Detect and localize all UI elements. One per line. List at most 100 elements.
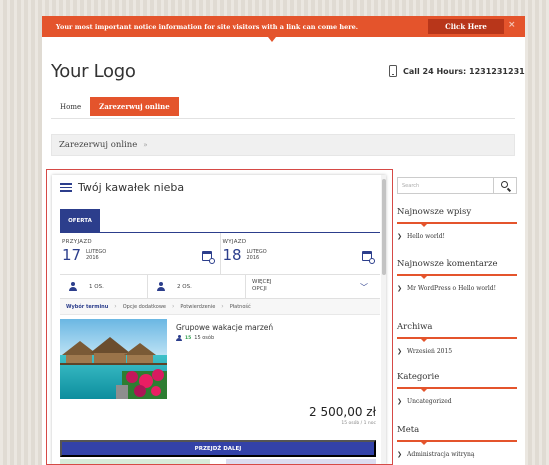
offer-capacity: 15 15 osób	[176, 335, 214, 341]
calendar-icon[interactable]	[362, 251, 375, 264]
tab-oferta[interactable]: OFERTA	[60, 209, 100, 233]
step-separator-icon: ›	[221, 303, 224, 310]
more-options-toggle[interactable]: WIĘCEJ OPCJI ﹀	[246, 275, 380, 298]
adults-select[interactable]: 1 OS.	[60, 275, 148, 298]
more-options-label: WIĘCEJ OPCJI	[252, 279, 271, 293]
chevron-right-icon: ❯	[397, 233, 403, 240]
checkin-month-year: LUTEGO 2016	[86, 249, 106, 261]
sidebar-item-site-admin[interactable]: ❯ Administracja witryną	[397, 451, 517, 459]
sidebar: Najnowsze wpisy ❯ Hello world! Najnowsze …	[397, 169, 517, 465]
calendar-icon[interactable]	[201, 251, 215, 264]
more-options-line2: OPCJI	[252, 286, 267, 292]
notice-click-here-button[interactable]: Click Here	[428, 19, 504, 34]
sidebar-item-category[interactable]: ❯ Uncategorized	[397, 398, 517, 406]
offer-card: Grupowe wakacje marzeń 15 15 osób 2 500,…	[60, 319, 380, 439]
menu-icon[interactable]	[60, 183, 72, 192]
sidebar-item-comment[interactable]: ❯ Mr WordPress o Hello world!	[397, 285, 507, 293]
person-icon	[176, 335, 182, 341]
sidebar-heading-meta: Meta	[397, 425, 420, 435]
step-opcje-dodatkowe[interactable]: Opcje dodatkowe	[123, 304, 166, 310]
children-count: 2 OS.	[177, 283, 192, 290]
next-step-button[interactable]: PRZEJDŹ DALEJ	[60, 440, 376, 457]
checkin-day: 17	[62, 246, 82, 264]
booking-frame: Twój kawałek nieba OFERTA PRZYJAZD 17 LU…	[46, 169, 393, 465]
adults-count: 1 OS.	[89, 283, 104, 290]
breadcrumb-separator: »	[143, 141, 148, 149]
offer-name[interactable]: Grupowe wakacje marzeń	[176, 323, 273, 332]
sidebar-divider	[397, 222, 517, 227]
chevron-right-icon: ❯	[397, 348, 403, 355]
notice-bar: Your most important notice information f…	[42, 16, 525, 42]
person-icon	[156, 282, 165, 291]
offer-image[interactable]	[60, 319, 167, 399]
tab-bar: OFERTA	[60, 207, 380, 233]
nav-item-zarezerwuj-online[interactable]: Zarezerwuj online	[90, 97, 179, 116]
sidebar-divider	[397, 387, 517, 392]
sidebar-divider	[397, 274, 517, 279]
person-icon	[68, 282, 77, 291]
widget-title-text: Twój kawałek nieba	[78, 181, 185, 194]
close-icon[interactable]: ×	[508, 20, 516, 30]
search-button[interactable]	[494, 177, 517, 194]
offer-price-sub: 15 osób / 1 noc	[341, 421, 376, 426]
chevron-right-icon: ❯	[397, 285, 403, 292]
phone-info: Call 24 Hours: 123123123123	[389, 65, 525, 77]
scrollbar-thumb[interactable]	[381, 179, 386, 275]
widget-scrollbar[interactable]	[381, 175, 386, 464]
sidebar-heading-recent-comments: Najnowsze komentarze	[397, 259, 498, 269]
sidebar-item-archive[interactable]: ❯ Wrzesień 2015	[397, 348, 517, 356]
date-picker-row: PRZYJAZD 17 LUTEGO 2016 WYJAZD 18 LUTEGO 2…	[60, 233, 380, 275]
checkout-day: 18	[222, 246, 242, 264]
more-options-line1: WIĘCEJ	[252, 279, 272, 285]
step-platnosc[interactable]: Płatność	[230, 304, 251, 310]
step-separator-icon: ›	[114, 303, 117, 310]
page: Your most important notice information f…	[42, 16, 525, 465]
booking-steps: Wybór terminu › Opcje dodatkowe › Potwie…	[60, 299, 380, 315]
step-separator-icon: ›	[172, 303, 175, 310]
sidebar-heading-recent-posts: Najnowsze wpisy	[397, 207, 472, 217]
checkout-date[interactable]: WYJAZD 18 LUTEGO 2016	[221, 233, 381, 274]
sidebar-heading-categories: Kategorie	[397, 372, 440, 382]
sidebar-item-label: Wrzesień 2015	[407, 348, 453, 355]
sidebar-heading-archives: Archiwa	[397, 322, 433, 332]
capacity-badge: 15	[185, 335, 192, 341]
sidebar-item-hello-world[interactable]: ❯ Hello world!	[397, 233, 517, 241]
guests-row: 1 OS. 2 OS. WIĘCEJ OPCJI ﹀	[60, 275, 380, 299]
sidebar-divider	[397, 440, 517, 445]
phone-text: Call 24 Hours: 123123123123	[403, 66, 525, 76]
sidebar-item-label: Mr WordPress o Hello world!	[407, 285, 496, 292]
capacity-text: 15 osób	[194, 335, 215, 341]
widget-title: Twój kawałek nieba	[60, 181, 184, 194]
checkout-label: WYJAZD	[222, 239, 247, 245]
nav-item-home[interactable]: Home	[51, 97, 90, 116]
search-input[interactable]	[397, 177, 494, 194]
secondary-button-left[interactable]	[60, 459, 210, 464]
secondary-button-right[interactable]	[226, 459, 376, 464]
chevron-down-icon[interactable]: ﹀	[360, 282, 368, 293]
step-potwierdzenie[interactable]: Potwierdzenie	[180, 304, 215, 310]
checkout-year: 2016	[246, 255, 260, 261]
offer-price: 2 500,00 zł	[309, 405, 376, 419]
sidebar-item-label: Administracja witryną	[407, 451, 475, 458]
chevron-right-icon: ❯	[397, 398, 403, 405]
offer-photo	[60, 319, 167, 399]
phone-icon	[389, 65, 397, 77]
sidebar-item-label: Uncategorized	[407, 398, 452, 405]
booking-widget: Twój kawałek nieba OFERTA PRZYJAZD 17 LU…	[52, 175, 386, 464]
site-logo[interactable]: Your Logo	[51, 61, 136, 82]
breadcrumb-current: Zarezerwuj online	[59, 140, 138, 150]
main-nav: Home Zarezerwuj online	[51, 97, 515, 119]
sidebar-divider	[397, 337, 517, 342]
step-wybor-terminu[interactable]: Wybór terminu	[66, 304, 108, 310]
checkin-year: 2016	[86, 255, 99, 261]
notice-text: Your most important notice information f…	[55, 22, 359, 31]
breadcrumb: Zarezerwuj online »	[51, 134, 515, 156]
checkin-date[interactable]: PRZYJAZD 17 LUTEGO 2016	[60, 233, 221, 274]
search-form	[397, 177, 517, 194]
sidebar-item-label: Hello world!	[407, 233, 445, 240]
checkin-label: PRZYJAZD	[62, 239, 92, 245]
chevron-right-icon: ❯	[397, 451, 403, 458]
checkout-month-year: LUTEGO 2016	[247, 249, 267, 261]
search-icon	[501, 181, 508, 188]
children-select[interactable]: 2 OS.	[148, 275, 246, 298]
